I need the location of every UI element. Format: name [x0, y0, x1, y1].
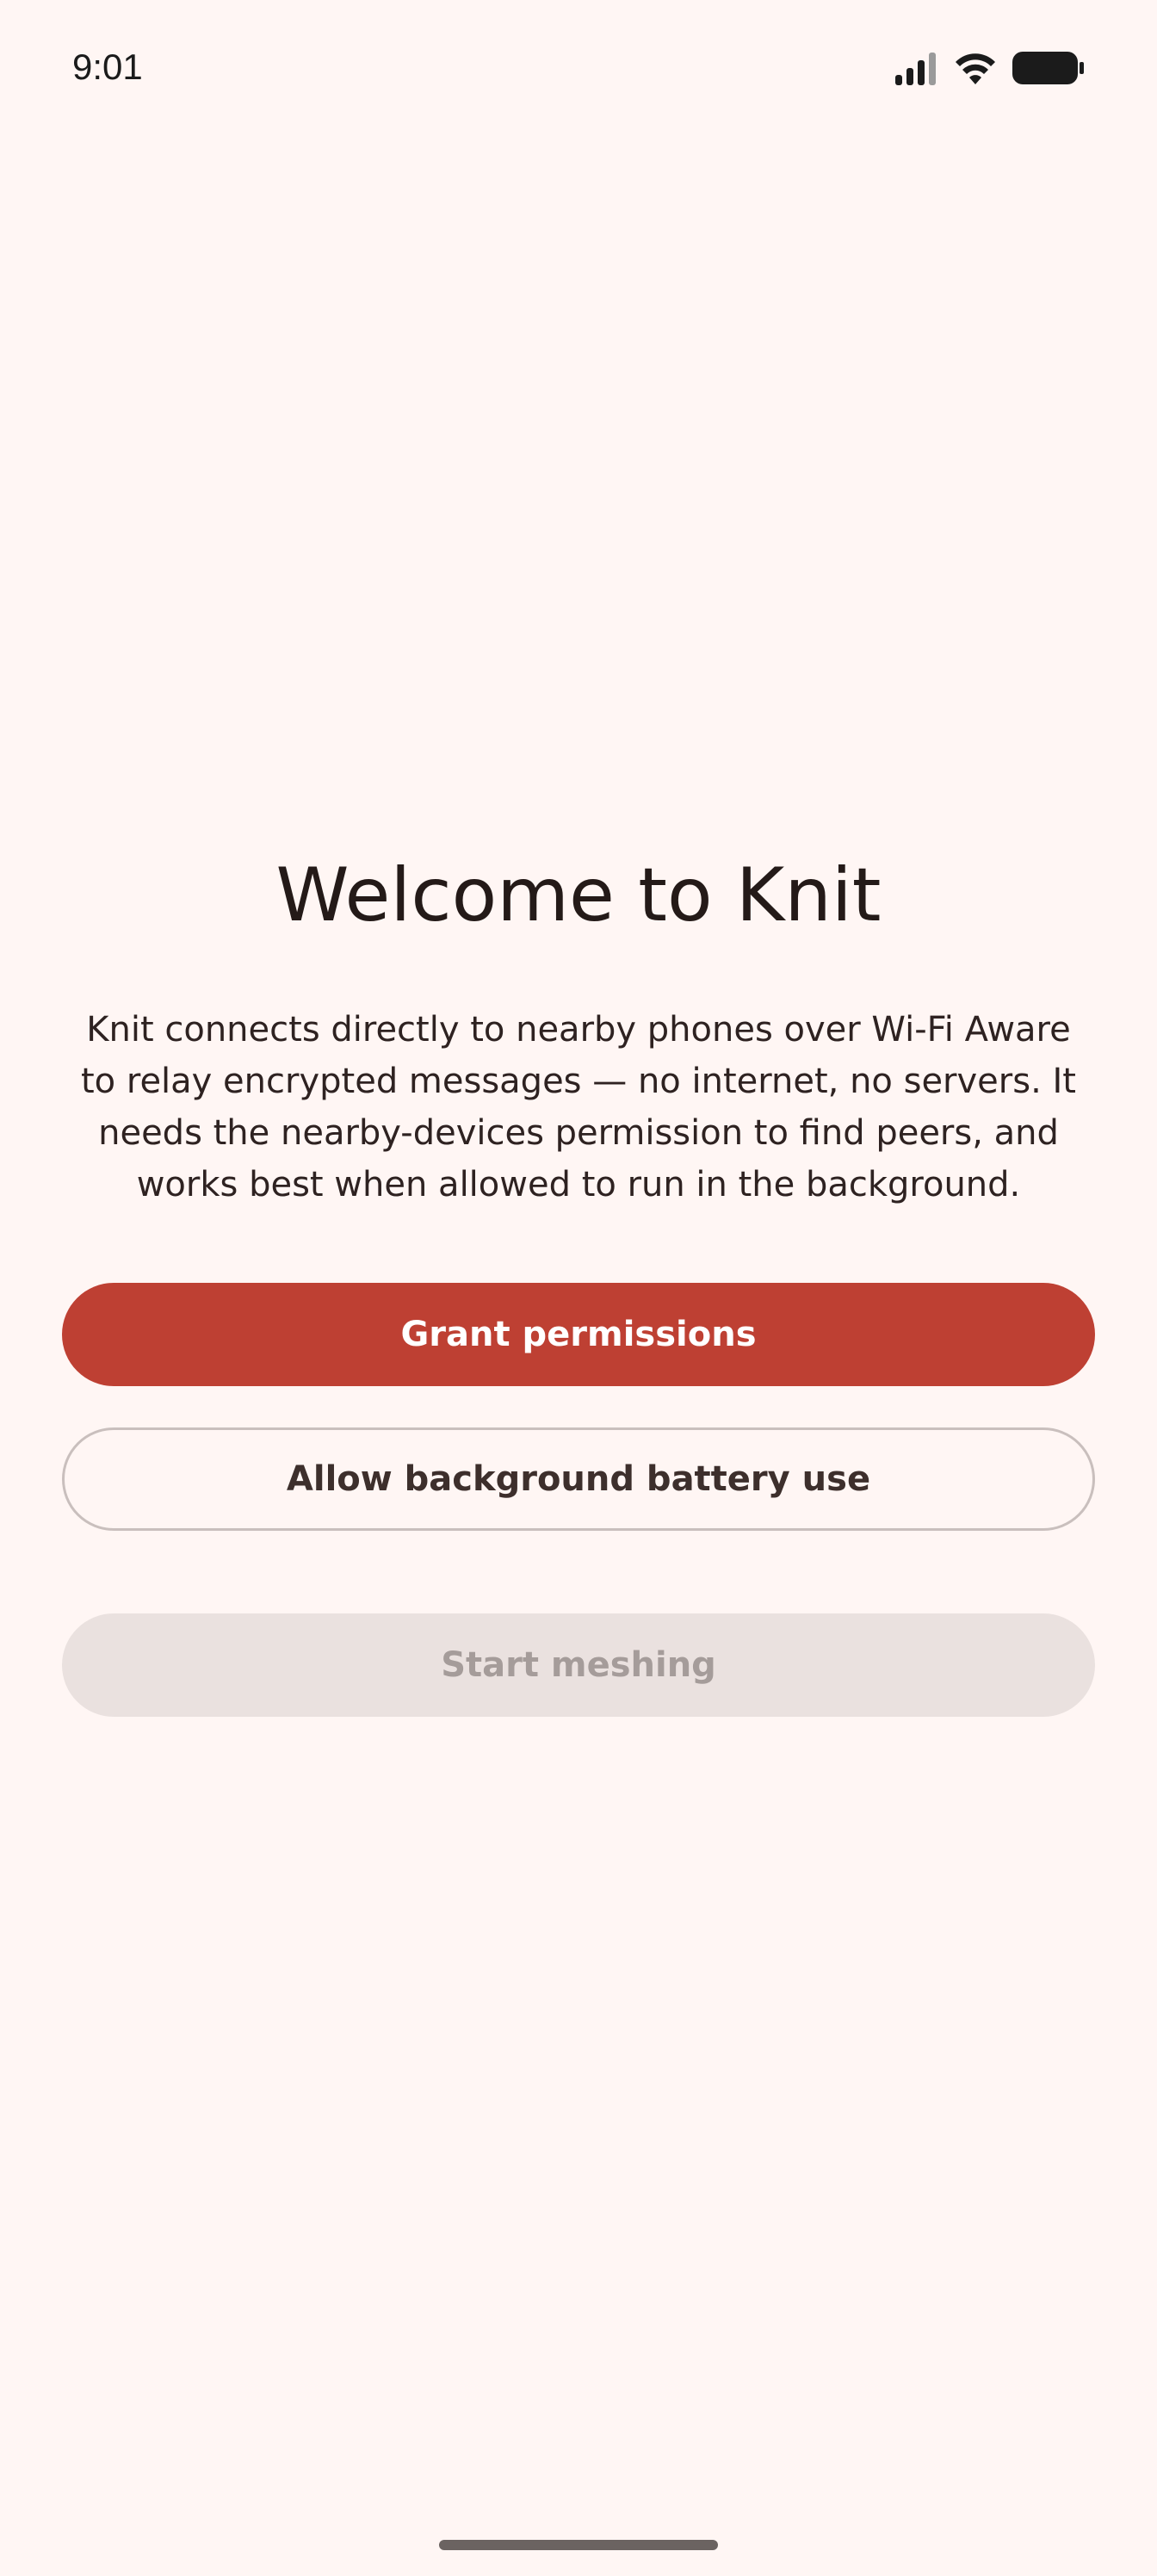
welcome-screen: Welcome to Knit Knit connects directly t…	[0, 0, 1157, 2576]
allow-background-battery-button[interactable]: Allow background battery use	[62, 1427, 1095, 1531]
grant-permissions-button[interactable]: Grant permissions	[62, 1283, 1095, 1386]
start-meshing-button[interactable]: Start meshing	[62, 1613, 1095, 1717]
home-indicator[interactable]	[439, 2540, 718, 2550]
welcome-description: Knit connects directly to nearby phones …	[81, 1010, 1076, 1204]
welcome-title: Welcome to Knit	[275, 852, 882, 938]
